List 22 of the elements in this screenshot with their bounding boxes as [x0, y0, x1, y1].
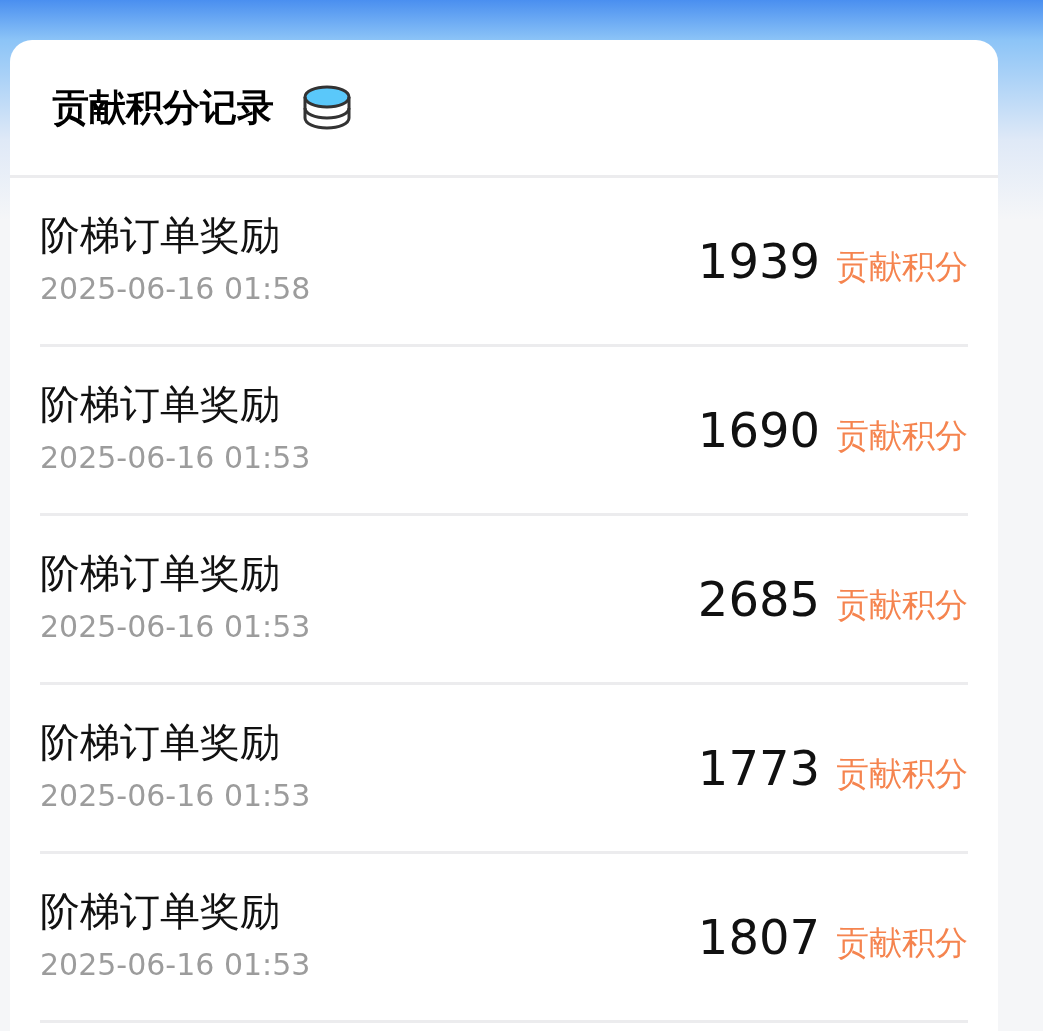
points-value: 1690 — [697, 401, 820, 458]
points-value: 1773 — [697, 739, 820, 796]
record-name: 阶梯订单奖励 — [40, 718, 281, 767]
record-time: 2025-06-16 01:53 — [40, 440, 311, 475]
record-time: 2025-06-16 01:58 — [40, 271, 311, 306]
coin-stack-icon — [302, 83, 352, 132]
record-time: 2025-06-16 01:53 — [40, 947, 311, 982]
record-name: 阶梯订单奖励 — [40, 887, 281, 936]
record-name: 阶梯订单奖励 — [40, 211, 281, 260]
points-unit: 贡献积分 — [836, 752, 968, 795]
record-name: 阶梯订单奖励 — [40, 380, 281, 429]
points-unit: 贡献积分 — [836, 414, 968, 457]
points-unit: 贡献积分 — [836, 921, 968, 964]
record-time: 2025-06-16 01:53 — [40, 778, 311, 813]
page-title: 贡献积分记录 — [52, 84, 274, 131]
points-value: 1939 — [697, 232, 820, 289]
points-value: 2685 — [697, 570, 820, 627]
points-value: 1807 — [697, 908, 820, 965]
points-unit: 贡献积分 — [836, 583, 968, 626]
points-unit: 贡献积分 — [836, 245, 968, 288]
record-time: 2025-06-16 01:53 — [40, 609, 311, 644]
record-name: 阶梯订单奖励 — [40, 549, 281, 598]
